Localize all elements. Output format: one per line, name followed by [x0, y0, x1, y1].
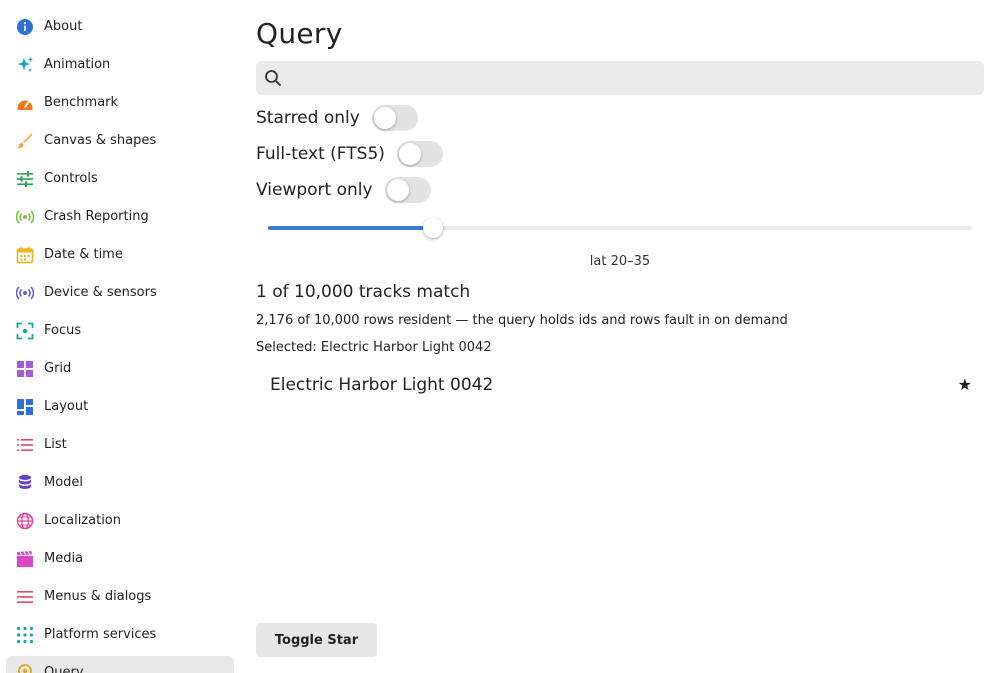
full-text-label: Full-text (FTS5) — [256, 144, 385, 164]
sidebar-item-label: Crash Reporting — [44, 209, 149, 224]
dots-grid-icon — [16, 626, 34, 644]
slider-caption: lat 20–35 — [589, 254, 651, 269]
sidebar-item-about[interactable]: About — [6, 10, 234, 44]
result-name: Electric Harbor Light 0042 — [270, 375, 494, 395]
sidebar-item-benchmark[interactable]: Benchmark — [6, 86, 234, 120]
sidebar-item-menus-and-dialogs[interactable]: Menus & dialogs — [6, 580, 234, 614]
main-panel: Query Starred only Full-text (FTS5) View… — [256, 0, 984, 673]
globe-icon — [16, 512, 34, 530]
sidebar-item-controls[interactable]: Controls — [6, 162, 234, 196]
location-pin-icon — [18, 664, 32, 673]
sidebar-item-label: Menus & dialogs — [44, 589, 152, 604]
result-row[interactable]: Electric Harbor Light 0042 ★ — [256, 368, 984, 402]
brush-icon — [18, 133, 33, 149]
sidebar-item-media[interactable]: Media — [6, 542, 234, 576]
sidebar-item-label: Controls — [44, 171, 98, 186]
sidebar-item-label: Platform services — [44, 627, 157, 642]
page-title: Query — [256, 17, 343, 50]
search-icon — [265, 70, 281, 86]
sidebar-item-device-and-sensors[interactable]: Device & sensors — [6, 276, 234, 310]
database-icon — [19, 475, 31, 489]
sidebar-item-localization[interactable]: Localization — [6, 504, 234, 538]
star-icon: ★ — [957, 375, 972, 394]
latitude-slider[interactable] — [268, 218, 972, 238]
toggle-row-full-text: Full-text (FTS5) — [256, 140, 443, 168]
sidebar-item-grid[interactable]: Grid — [6, 352, 234, 386]
menu-icon — [17, 591, 33, 603]
sparkle-icon — [18, 57, 33, 72]
sidebar-item-label: Query — [44, 665, 84, 673]
sidebar-item-label: Canvas & shapes — [44, 133, 157, 148]
match-count: 1 of 10,000 tracks match — [256, 282, 471, 302]
sidebar-item-label: Animation — [44, 57, 111, 72]
search-bar[interactable] — [256, 61, 984, 95]
clapperboard-icon — [17, 551, 33, 567]
sidebar-item-label: Media — [44, 551, 84, 566]
sidebar-item-label: Focus — [44, 323, 82, 338]
sidebar-item-label: Benchmark — [44, 95, 119, 110]
toggle-row-viewport-only: Viewport only — [256, 176, 431, 204]
selected-status: Selected: Electric Harbor Light 0042 — [256, 340, 492, 355]
sidebar-item-label: Localization — [44, 513, 121, 528]
info-icon — [17, 19, 33, 35]
list-icon — [17, 439, 33, 451]
sidebar-item-label: Grid — [44, 361, 72, 376]
speedometer-icon — [17, 100, 33, 110]
layout-icon — [17, 399, 33, 415]
grid-icon — [17, 361, 33, 377]
sidebar-item-canvas-and-shapes[interactable]: Canvas & shapes — [6, 124, 234, 158]
slider-fill — [268, 226, 434, 230]
switch-knob — [386, 179, 409, 201]
sidebar-item-date-and-time[interactable]: Date & time — [6, 238, 234, 272]
focus-icon — [16, 322, 34, 340]
full-text-switch[interactable] — [396, 141, 443, 167]
sidebar: About Animation Benchmark Canvas & shapes Co… — [0, 0, 240, 673]
sidebar-item-focus[interactable]: Focus — [6, 314, 234, 348]
sidebar-item-crash-reporting[interactable]: Crash Reporting — [6, 200, 234, 234]
sidebar-item-label: Device & sensors — [44, 285, 157, 300]
toggle-star-button[interactable]: Toggle Star — [256, 623, 377, 657]
sidebar-item-list[interactable]: List — [6, 428, 234, 462]
sidebar-item-animation[interactable]: Animation — [6, 48, 234, 82]
sidebar-item-label: List — [44, 437, 67, 452]
resident-status: 2,176 of 10,000 rows resident — the quer… — [256, 313, 788, 328]
sidebar-item-query[interactable]: Query — [6, 656, 234, 673]
starred-only-label: Starred only — [256, 108, 360, 128]
calendar-icon — [16, 247, 34, 264]
sidebar-item-label: Layout — [44, 399, 89, 414]
starred-only-switch[interactable] — [371, 105, 418, 131]
viewport-only-label: Viewport only — [256, 180, 373, 200]
sidebar-item-platform-services[interactable]: Platform services — [6, 618, 234, 652]
signal-icon — [16, 210, 34, 224]
sidebar-item-label: About — [44, 19, 83, 34]
switch-knob — [398, 143, 421, 165]
sidebar-item-model[interactable]: Model — [6, 466, 234, 500]
broadcast-icon — [16, 286, 34, 300]
sidebar-item-layout[interactable]: Layout — [6, 390, 234, 424]
slider-thumb[interactable] — [423, 218, 444, 238]
toggle-row-starred-only: Starred only — [256, 104, 418, 132]
sidebar-item-label: Model — [44, 475, 84, 490]
sidebar-item-label: Date & time — [44, 247, 123, 262]
sliders-icon — [17, 171, 33, 187]
viewport-only-switch[interactable] — [384, 177, 431, 203]
search-input[interactable] — [290, 61, 980, 95]
switch-knob — [373, 107, 396, 129]
